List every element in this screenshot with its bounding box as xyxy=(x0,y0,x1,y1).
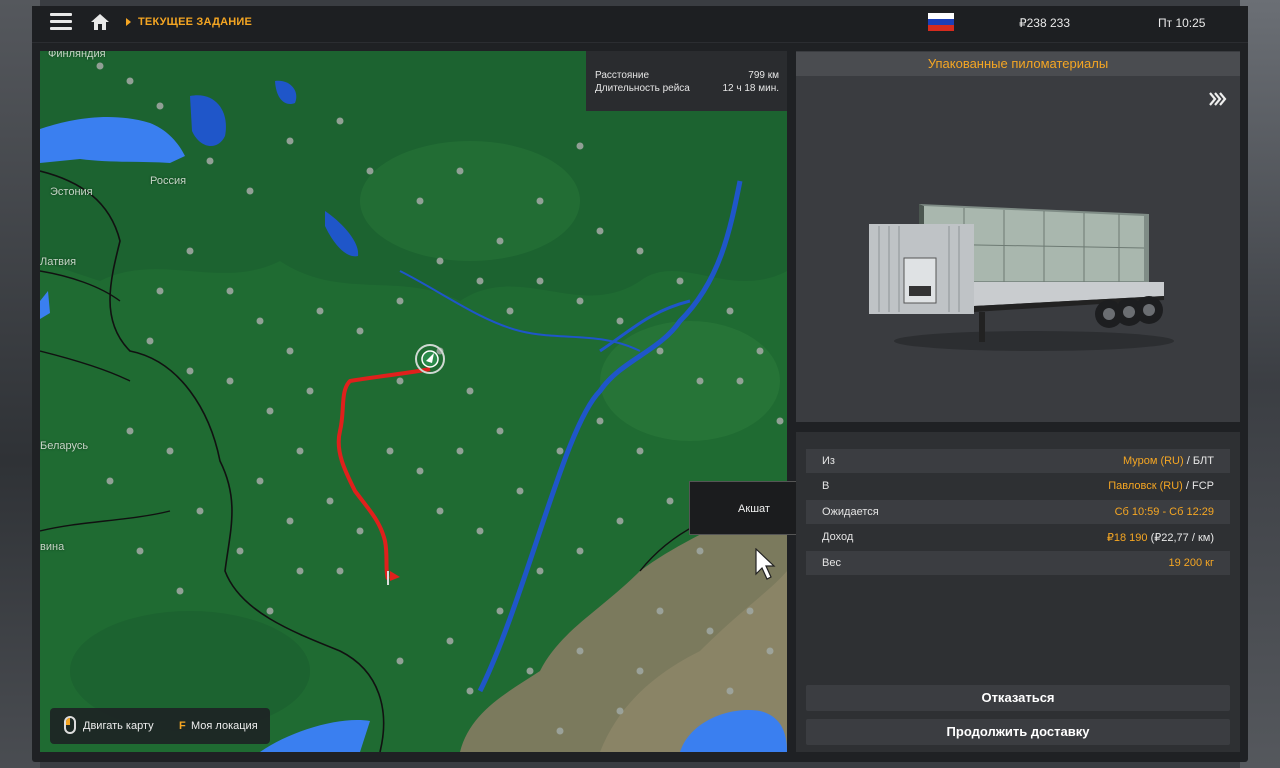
fast-forward-icon[interactable] xyxy=(1209,92,1227,106)
mouse-icon xyxy=(64,716,76,734)
game-clock: Пт 10:25 xyxy=(1158,16,1206,30)
map-label-estonia: Эстония xyxy=(50,186,93,198)
my-location-hint[interactable]: Моя локация xyxy=(191,720,258,732)
from-label: Из xyxy=(822,455,835,467)
duration-label: Длительность рейса xyxy=(595,83,690,94)
route-info-panel: Расстояние 799 км Длительность рейса 12 … xyxy=(586,51,787,111)
from-company: / БЛТ xyxy=(1183,455,1214,467)
breadcrumb-current: ТЕКУЩЕЕ ЗАДАНИЕ xyxy=(138,16,253,28)
menu-icon[interactable] xyxy=(50,13,72,31)
income-rate: (₽22,77 / км) xyxy=(1147,532,1214,544)
map-label-russia: Россия xyxy=(150,175,187,187)
map-label-latvia: Латвия xyxy=(40,256,77,268)
detail-row-to: В Павловск (RU) / FCP xyxy=(806,474,1230,498)
distance-value: 799 км xyxy=(748,70,779,81)
map-label-belarus: Беларусь xyxy=(40,440,89,452)
map-label-finland: Финляндия xyxy=(48,51,106,60)
map-canvas xyxy=(40,51,787,752)
location-key-hint: F xyxy=(179,720,186,732)
continue-delivery-button[interactable]: Продолжить доставку xyxy=(806,719,1230,745)
breadcrumb-arrow-icon xyxy=(126,18,131,26)
distance-label: Расстояние xyxy=(595,70,650,81)
to-city: Павловск (RU) xyxy=(1108,480,1183,492)
duration-value: 12 ч 18 мин. xyxy=(722,83,779,94)
detail-row-expected: Ожидается Сб 10:59 - Сб 12:29 xyxy=(806,500,1230,524)
to-label: В xyxy=(822,480,830,492)
move-map-hint: Двигать карту xyxy=(83,720,154,732)
money-balance: ₽238 233 xyxy=(1019,16,1071,30)
from-city: Муром (RU) xyxy=(1122,455,1184,467)
detail-row-from: Из Муром (RU) / БЛТ xyxy=(806,449,1230,473)
to-company: / FCP xyxy=(1182,480,1214,492)
home-icon[interactable] xyxy=(90,13,110,31)
cargo-title: Упакованные пиломатериалы xyxy=(796,52,1240,76)
decline-button[interactable]: Отказаться xyxy=(806,685,1230,711)
expected-label: Ожидается xyxy=(822,506,879,518)
income-label: Доход xyxy=(822,531,854,543)
detail-row-weight: Вес 19 200 кг xyxy=(806,551,1230,575)
income-value: ₽18 190 xyxy=(1106,532,1148,544)
map-label-lithuania: вина xyxy=(40,541,65,553)
weight-label: Вес xyxy=(822,557,841,569)
mouse-cursor-icon xyxy=(755,548,776,580)
trailer-image xyxy=(869,204,1174,351)
route-map[interactable]: Финляндия Эстония Россия Латвия Беларусь… xyxy=(40,51,787,752)
expected-value: Сб 10:59 - Сб 12:29 xyxy=(1114,506,1214,518)
map-controls-legend: Двигать карту F Моя локация xyxy=(50,708,270,744)
weight-value: 19 200 кг xyxy=(1168,557,1214,569)
detail-row-income: Доход ₽18 190 (₽22,77 / км) xyxy=(806,525,1230,549)
russia-flag-icon xyxy=(928,13,954,31)
